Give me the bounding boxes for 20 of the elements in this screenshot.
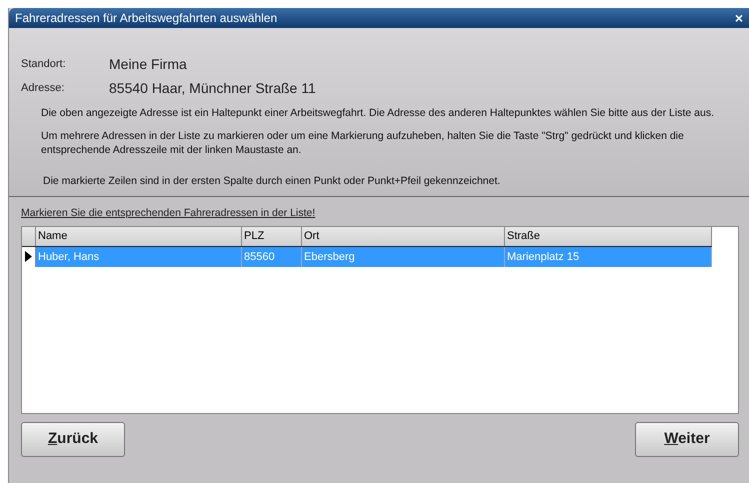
info-paragraph: Die oben angezeigte Adresse ist ein Haltepunkt einer Arbeitswegfahrt. Die Adresse des anderen Haltepunktes wählen Sie bitte aus der Liste aus.: [41, 106, 715, 120]
table-cell: Marienplatz 15: [505, 246, 712, 267]
column-header[interactable]: Ort: [302, 226, 505, 246]
table-cell: 85560: [242, 246, 302, 267]
field-label: Standort:: [21, 56, 67, 72]
list-instruction: Markieren Sie die entsprechenden Fahreradressen in der Liste!: [21, 206, 316, 221]
field-value: 85540 Haar, Münchner Straße 11: [109, 78, 316, 98]
field-value: Meine Firma: [109, 54, 187, 74]
nav-button[interactable]: Zurück: [21, 422, 125, 457]
nav-button[interactable]: Weiter: [635, 422, 739, 457]
info-paragraph: Die markierte Zeilen sind in der ersten Spalte durch einen Punkt oder Punkt+Pfeil gekennzeichnet.: [42, 174, 502, 188]
table-cell: Ebersberg: [302, 246, 505, 267]
column-header[interactable]: Straße: [505, 226, 712, 246]
column-header[interactable]: PLZ: [242, 226, 302, 246]
table-cell: Huber, Hans: [36, 246, 242, 267]
field-label: Adresse:: [21, 80, 66, 96]
close-button[interactable]: ×: [734, 11, 743, 25]
column-header[interactable]: Name: [36, 226, 242, 246]
window-title: Fahreradressen für Arbeitswegfahrten auswählen: [15, 10, 278, 27]
info-paragraph: Um mehrere Adressen in der Liste zu markieren oder um eine Markierung aufzuheben, halten Sie die Taste "Strg" gedrückt und klicken die entsprechende Adresszeile mit der linken Maustaste an.: [41, 129, 685, 157]
